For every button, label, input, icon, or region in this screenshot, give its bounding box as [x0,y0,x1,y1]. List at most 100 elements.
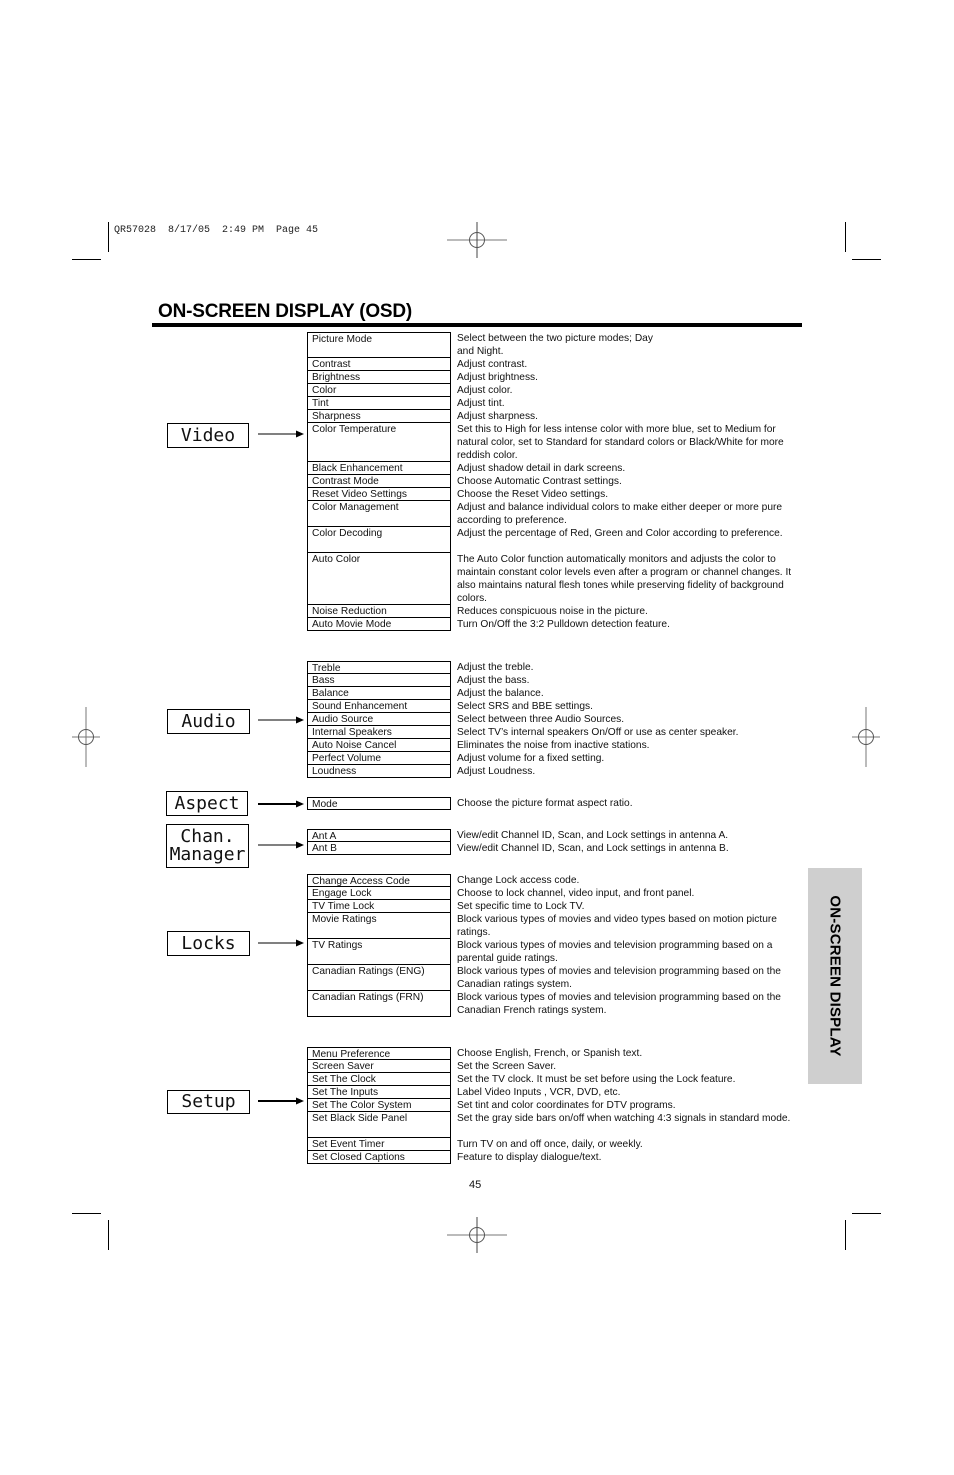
menu-item-name: Sound Enhancement [307,700,451,713]
menu-item-row: Bass Adjust the bass. [307,674,807,687]
menu-item-description: Block various types of movies and televi… [457,966,781,990]
menu-item-name: Menu Preference [307,1047,451,1060]
menu-item-name: Engage Lock [307,887,451,900]
crop-mark [845,1220,846,1250]
menu-item-description: View/edit Channel ID, Scan, and Lock set… [457,830,729,841]
menu-item-row: Sound Enhancement Select SRS and BBE sett… [307,700,807,713]
arrow-icon [258,1096,304,1106]
menu-item-row: Color Decoding Adjust the percentage of R… [307,527,807,553]
menu-item-description: Select between the two picture modes; Da… [457,333,653,357]
menu-item-name: Color Management [307,501,451,527]
arrow-icon [258,715,304,725]
menu-item-description: Choose the picture format aspect ratio. [457,798,633,809]
menu-item-name: Set Closed Captions [307,1151,451,1164]
menu-item-row: Canadian Ratings (FRN) Block various type… [307,991,807,1017]
menu-item-row: Ant A View/edit Channel ID, Scan, and Loc… [307,829,807,842]
menu-item-description: Adjust tint. [457,398,505,409]
menu-item-row: Set The Clock Set the TV clock. It must b… [307,1073,807,1086]
menu-item-description: Set the gray side bars on/off when watch… [457,1113,791,1124]
menu-item-description: Adjust the bass. [457,675,530,686]
menu-item-name: Set The Color System [307,1099,451,1112]
menu-item-name: Canadian Ratings (FRN) [307,991,451,1017]
menu-item-name: Screen Saver [307,1060,451,1073]
menu-item-description: Block various types of movies and televi… [457,992,781,1016]
menu-item-row: Picture Mode Select between the two pictu… [307,332,807,358]
menu-item-description: Adjust color. [457,385,513,396]
setup-items: Menu Preference Choose English, French, o… [307,1047,807,1164]
menu-item-name: Balance [307,687,451,700]
menu-item-description: Adjust contrast. [457,359,528,370]
menu-item-name: Internal Speakers [307,726,451,739]
menu-item-description: Set the Screen Saver. [457,1061,557,1072]
menu-item-name: Mode [307,797,451,810]
menu-item-description: Feature to display dialogue/text. [457,1152,602,1163]
menu-audio: Audio [167,709,250,734]
menu-setup: Setup [167,1090,250,1114]
menu-item-description: Choose to lock channel, video input, and… [457,888,695,899]
menu-item-description: Eliminates the noise from inactive stati… [457,740,650,751]
menu-item-name: Sharpness [307,410,451,423]
menu-item-row: Color Management Adjust and balance indiv… [307,501,807,527]
crop-mark [108,222,109,252]
menu-item-name: Contrast Mode [307,475,451,488]
registration-mark-icon [447,1205,507,1265]
menu-item-name: Color Decoding [307,527,451,553]
menu-item-name: Tint [307,397,451,410]
video-items: Picture Mode Select between the two pictu… [307,332,807,631]
menu-item-description: Adjust brightness. [457,372,538,383]
crop-mark [852,259,881,260]
menu-item-description: Label Video Inputs , VCR, DVD, etc. [457,1087,621,1098]
print-slug: QR57028 8/17/05 2:49 PM Page 45 [114,225,319,236]
menu-item-row: Brightness Adjust brightness. [307,371,807,384]
menu-item-name: Movie Ratings [307,913,451,939]
menu-item-name: Audio Source [307,713,451,726]
menu-item-row: Auto Noise Cancel Eliminates the noise fr… [307,739,807,752]
menu-item-description: Select TV’s internal speakers On/Off or … [457,727,739,738]
menu-item-row: Tint Adjust tint. [307,397,807,410]
menu-item-row: Audio Source Select between three Audio S… [307,713,807,726]
registration-mark-icon [447,210,507,270]
title-rule [152,323,802,327]
menu-item-name: Brightness [307,371,451,384]
menu-item-name: Set Black Side Panel [307,1112,451,1138]
menu-item-row: TV Ratings Block various types of movies … [307,939,807,965]
menu-item-description: Choose Automatic Contrast settings. [457,476,622,487]
menu-item-name: Auto Movie Mode [307,618,451,631]
menu-item-row: Engage Lock Choose to lock channel, video… [307,887,807,900]
menu-item-row: Balance Adjust the balance. [307,687,807,700]
menu-item-description: Set this to High for less intense color … [457,424,784,461]
menu-item-row: Sharpness Adjust sharpness. [307,410,807,423]
arrow-icon [258,799,304,809]
menu-locks: Locks [167,931,250,956]
menu-chan-manager: Chan. Manager [166,824,249,868]
menu-item-name: Set The Clock [307,1073,451,1086]
menu-item-row: Set Event Timer Turn TV on and off once, … [307,1138,807,1151]
menu-item-row: Movie Ratings Block various types of movi… [307,913,807,939]
menu-item-row: Screen Saver Set the Screen Saver. [307,1060,807,1073]
menu-item-name: Contrast [307,358,451,371]
audio-items: Treble Adjust the treble. Bass Adjust the b… [307,661,807,778]
menu-item-row: Change Access Code Change Lock access cod… [307,874,807,887]
locks-items: Change Access Code Change Lock access cod… [307,874,807,1017]
menu-item-name: Perfect Volume [307,752,451,765]
menu-item-row: Reset Video Settings Choose the Reset Vid… [307,488,807,501]
menu-item-row: Set The Color System Set tint and color c… [307,1099,807,1112]
menu-item-row: Color Adjust color. [307,384,807,397]
crop-mark [72,1213,101,1214]
menu-item-description: Set tint and color coordinates for DTV p… [457,1100,676,1111]
menu-item-description: Select between three Audio Sources. [457,714,625,725]
menu-item-name: Bass [307,674,451,687]
menu-item-description: Select SRS and BBE settings. [457,701,593,712]
arrow-icon [258,429,304,439]
menu-item-name: Loudness [307,765,451,778]
menu-item-name: Set Event Timer [307,1138,451,1151]
page-title: ON-SCREEN DISPLAY (OSD) [158,301,413,322]
menu-item-description: Adjust volume for a fixed setting. [457,753,605,764]
menu-item-name: TV Time Lock [307,900,451,913]
side-tab-label: ON-SCREEN DISPLAY [826,895,844,1057]
page-number: 45 [469,1179,482,1191]
menu-item-row: Treble Adjust the treble. [307,661,807,674]
crop-mark [852,1213,881,1214]
menu-item-description: Block various types of movies and televi… [457,940,773,964]
menu-item-row: Noise Reduction Reduces conspicuous noise… [307,605,807,618]
